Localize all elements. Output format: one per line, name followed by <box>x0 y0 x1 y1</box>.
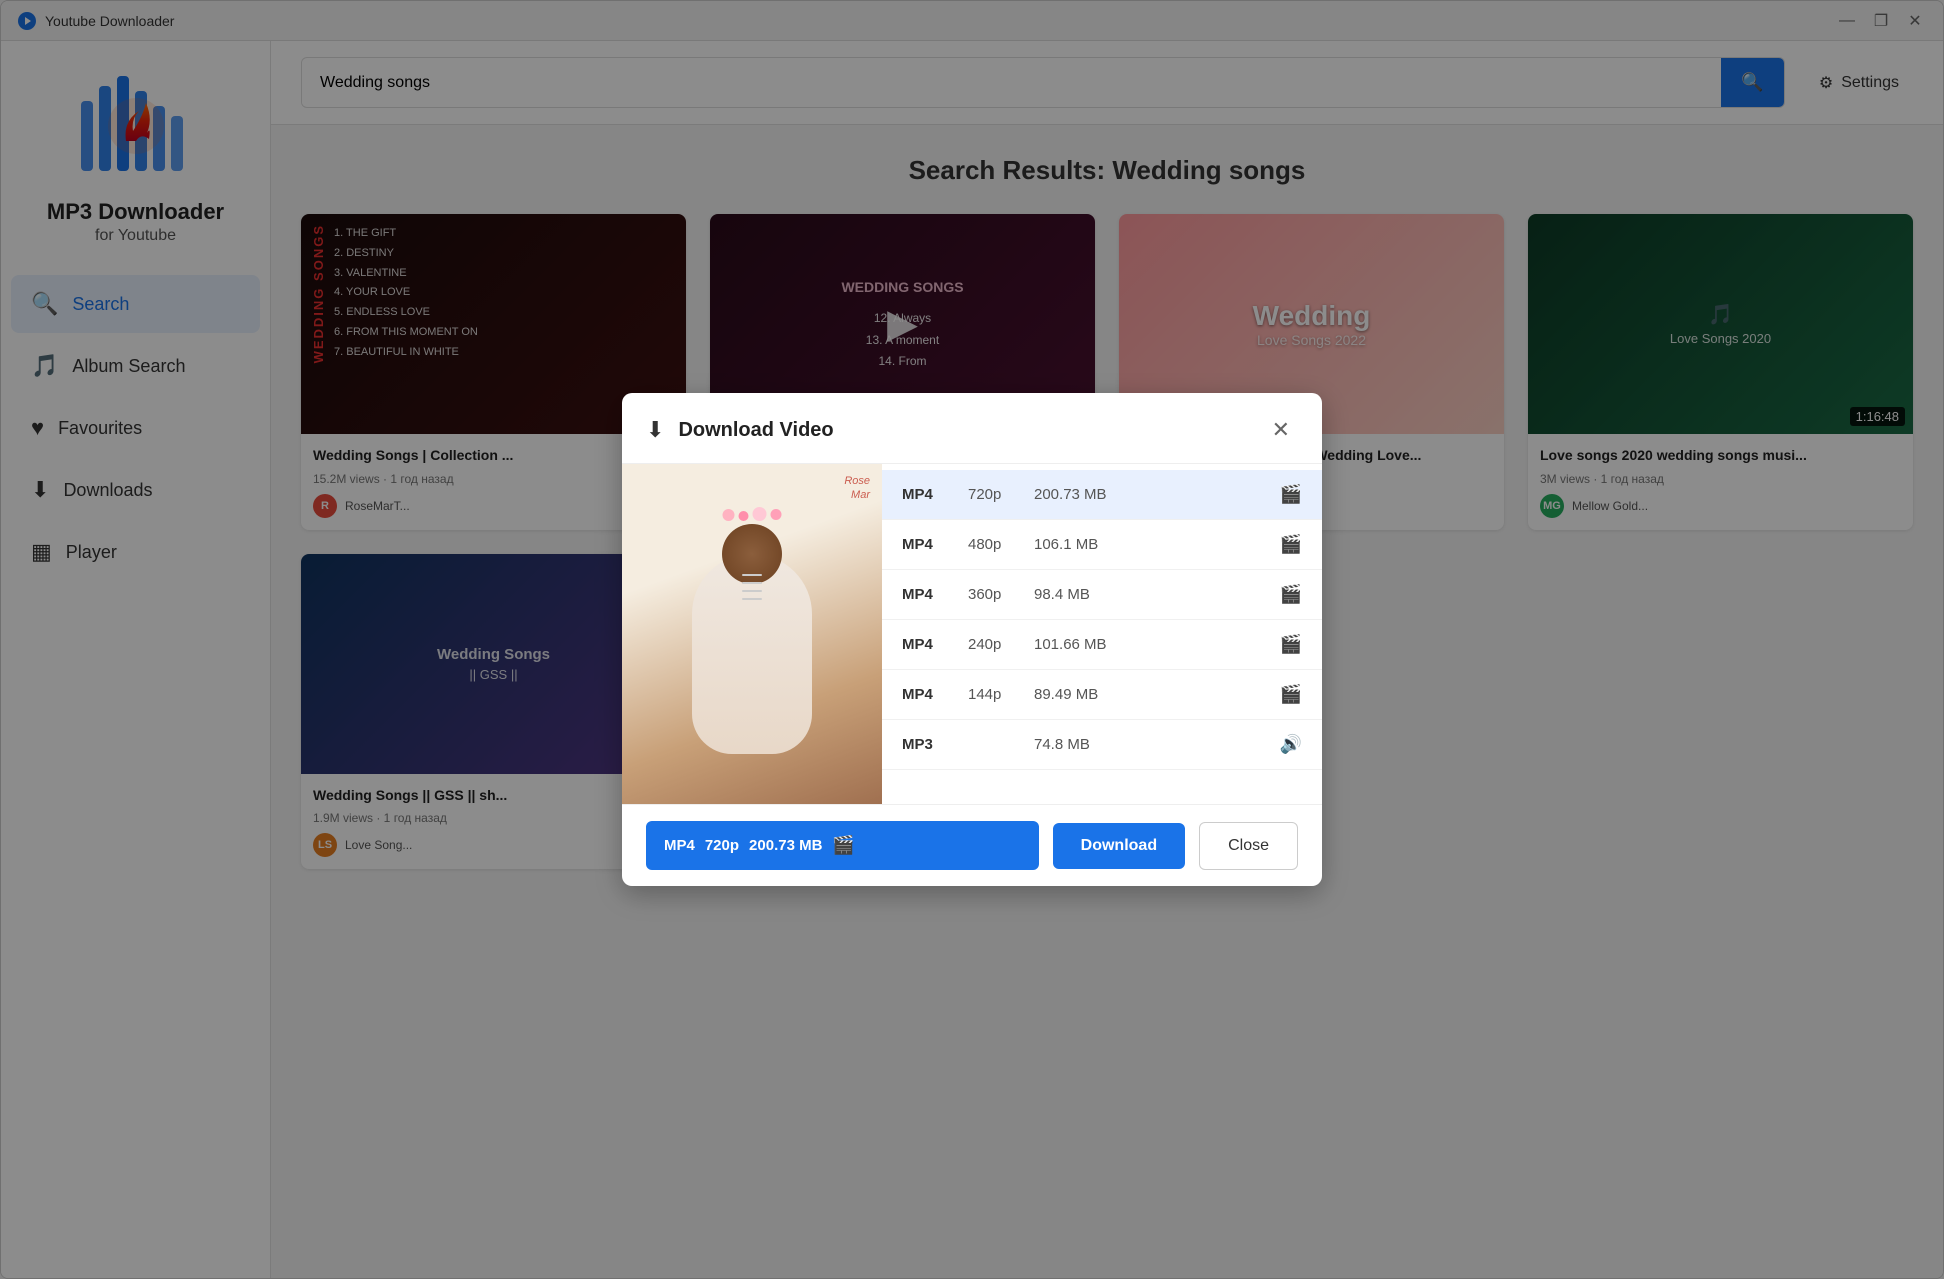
modal-thumbnail: RoseMar <box>622 464 882 804</box>
quality-label-144p: 144p <box>968 686 1018 703</box>
selected-format-info: MP4 720p 200.73 MB 🎬 <box>646 821 1039 870</box>
close-modal-button[interactable]: Close <box>1199 822 1298 870</box>
size-label-144: 89.49 MB <box>1034 686 1264 703</box>
format-row-mp4-480[interactable]: MP4 480p 106.1 MB 🎬 <box>882 520 1322 570</box>
video-icon-240: 🎬 <box>1280 634 1302 655</box>
format-row-mp3[interactable]: MP3 74.8 MB 🔊 <box>882 720 1322 770</box>
format-label-mp3: MP3 <box>902 736 952 753</box>
modal-overlay[interactable]: ⬇ Download Video ✕ <box>0 0 1944 1279</box>
audio-icon-mp3: 🔊 <box>1280 734 1302 755</box>
quality-label-720p: 720p <box>968 486 1018 503</box>
size-label-480: 106.1 MB <box>1034 536 1264 553</box>
format-options-list: MP4 720p 200.73 MB 🎬 MP4 480p 106.1 MB 🎬… <box>882 464 1322 804</box>
quality-label-480p: 480p <box>968 536 1018 553</box>
format-row-mp4-240[interactable]: MP4 240p 101.66 MB 🎬 <box>882 620 1322 670</box>
format-row-mp4-144[interactable]: MP4 144p 89.49 MB 🎬 <box>882 670 1322 720</box>
format-label-mp4-480: MP4 <box>902 536 952 553</box>
modal-title: Download Video <box>678 419 1249 442</box>
selected-quality-label: 720p <box>705 837 739 854</box>
format-row-mp4-360[interactable]: MP4 360p 98.4 MB 🎬 <box>882 570 1322 620</box>
size-label-360: 98.4 MB <box>1034 586 1264 603</box>
video-icon-480: 🎬 <box>1280 534 1302 555</box>
modal-header: ⬇ Download Video ✕ <box>622 393 1322 464</box>
format-label-mp4-144: MP4 <box>902 686 952 703</box>
quality-label-240p: 240p <box>968 636 1018 653</box>
format-label-mp4-240: MP4 <box>902 636 952 653</box>
size-label-mp3: 74.8 MB <box>1034 736 1264 753</box>
video-icon-720: 🎬 <box>1280 484 1302 505</box>
selected-media-icon: 🎬 <box>832 835 854 856</box>
video-icon-360: 🎬 <box>1280 584 1302 605</box>
format-label-mp4-360: MP4 <box>902 586 952 603</box>
modal-close-button[interactable]: ✕ <box>1264 413 1298 447</box>
format-label-mp4-720: MP4 <box>902 486 952 503</box>
selected-format-label: MP4 <box>664 837 695 854</box>
app-window: Youtube Downloader — ❐ ✕ <box>0 0 1944 1279</box>
format-row-mp4-720[interactable]: MP4 720p 200.73 MB 🎬 <box>882 470 1322 520</box>
modal-footer: MP4 720p 200.73 MB 🎬 Download Close <box>622 804 1322 886</box>
size-label-240: 101.66 MB <box>1034 636 1264 653</box>
quality-label-360p: 360p <box>968 586 1018 603</box>
modal-download-icon: ⬇ <box>646 417 664 443</box>
selected-size-label: 200.73 MB <box>749 837 822 854</box>
modal-body: RoseMar MP4 720p 200.73 MB 🎬 MP4 480p 10… <box>622 464 1322 804</box>
size-label-720: 200.73 MB <box>1034 486 1264 503</box>
download-modal: ⬇ Download Video ✕ <box>622 393 1322 886</box>
video-icon-144: 🎬 <box>1280 684 1302 705</box>
download-button[interactable]: Download <box>1053 823 1185 869</box>
